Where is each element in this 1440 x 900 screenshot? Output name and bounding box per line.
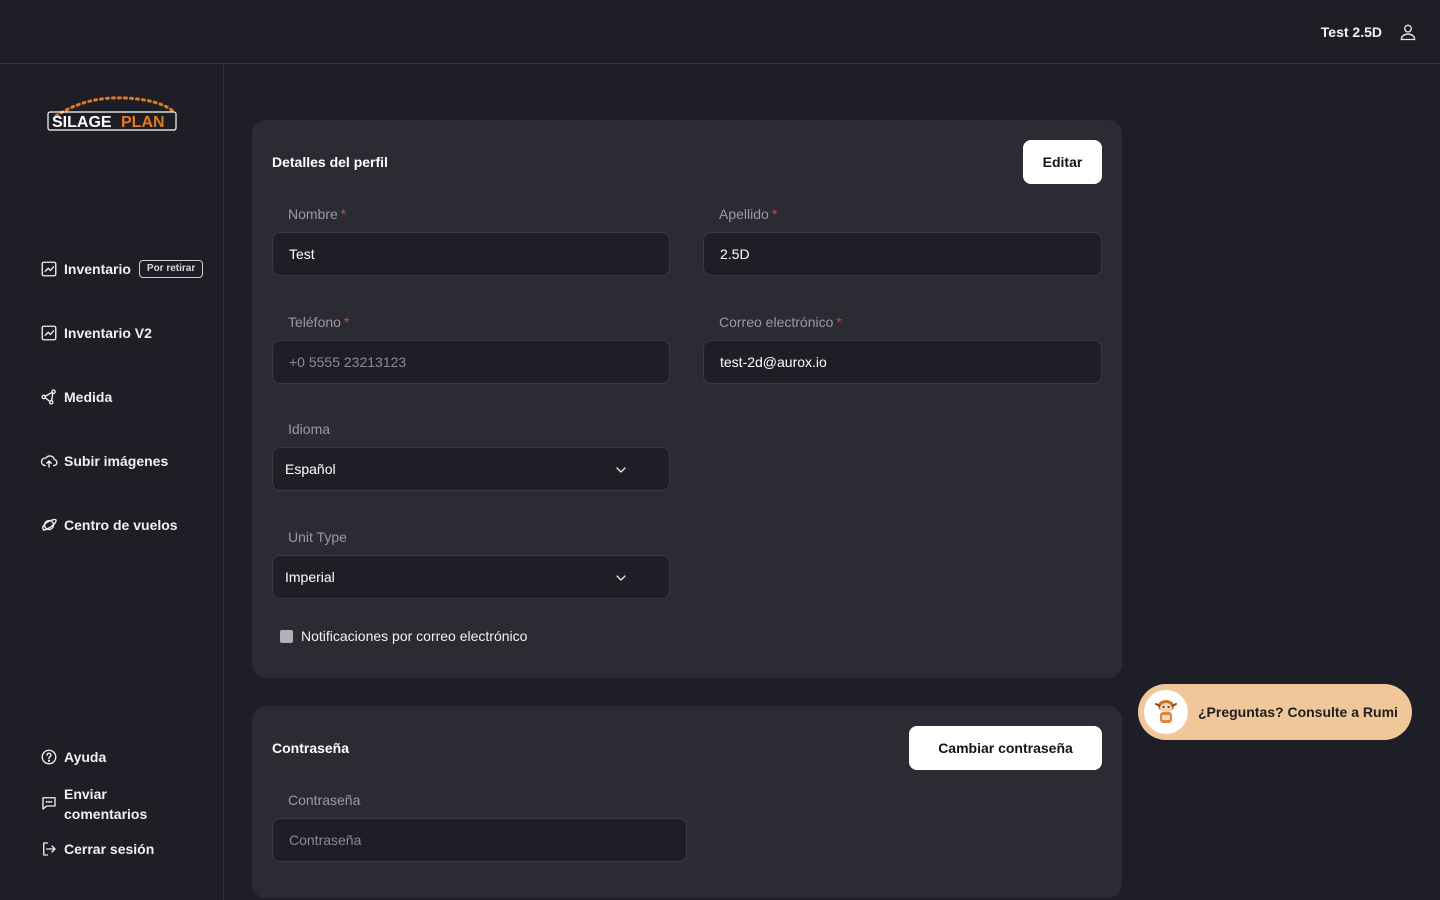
sidebar: SILAGE PLAN Inventario Por retirar Inven…	[0, 64, 224, 900]
email-notifications-row[interactable]: Notificaciones por correo electrónico	[280, 628, 527, 644]
cloud-upload-icon	[40, 452, 58, 470]
measure-icon	[40, 388, 58, 406]
language-select-value: Español	[285, 461, 336, 477]
edit-button[interactable]: Editar	[1023, 140, 1102, 184]
sidebar-item-cerrar-sesion[interactable]: Cerrar sesión	[40, 840, 154, 858]
language-select[interactable]: Español	[272, 447, 670, 491]
sidebar-item-ayuda[interactable]: Ayuda	[40, 748, 106, 766]
change-password-button[interactable]: Cambiar contraseña	[909, 726, 1102, 770]
phone-field[interactable]: +0 5555 23213123	[272, 340, 670, 384]
assistant-label: ¿Preguntas? Consulte a Rumi	[1198, 704, 1398, 720]
last-name-label: Apellido *	[719, 206, 778, 222]
user-icon[interactable]	[1394, 18, 1422, 46]
help-icon	[40, 748, 58, 766]
email-notifications-label: Notificaciones por correo electrónico	[301, 628, 528, 644]
password-title: Contraseña	[272, 740, 350, 756]
chart-icon	[40, 324, 58, 342]
planet-icon	[40, 516, 58, 534]
password-card: Contraseña Cambiar contraseña Contraseña…	[252, 706, 1122, 898]
silageplan-logo[interactable]: SILAGE PLAN	[46, 94, 178, 134]
deprecated-badge: Por retirar	[138, 260, 204, 278]
sidebar-item-centro-de-vuelos[interactable]: Centro de vuelos	[40, 516, 178, 534]
email-label: Correo electrónico *	[719, 314, 842, 330]
unit-type-select[interactable]: Imperial	[272, 555, 670, 599]
last-name-field[interactable]: 2.5D	[703, 232, 1102, 276]
password-field[interactable]: Contraseña	[272, 818, 687, 862]
sidebar-item-inventario[interactable]: Inventario Por retirar	[40, 260, 204, 278]
svg-text:SILAGE: SILAGE	[52, 114, 112, 131]
sidebar-item-enviar-comentarios[interactable]: Enviar comentarios	[40, 784, 147, 824]
email-notifications-checkbox[interactable]	[280, 629, 293, 643]
chart-icon	[40, 260, 58, 278]
svg-text:PLAN: PLAN	[121, 114, 165, 131]
sidebar-item-medida[interactable]: Medida	[40, 388, 112, 406]
first-name-label: Nombre *	[288, 206, 347, 222]
sidebar-item-inventario-v2[interactable]: Inventario V2	[40, 324, 152, 342]
email-field[interactable]: test-2d@aurox.io	[703, 340, 1102, 384]
profile-card: Detalles del perfil Editar Nombre * Test …	[252, 120, 1122, 678]
sidebar-item-label: Inventario V2	[64, 325, 152, 341]
password-label: Contraseña	[288, 792, 361, 808]
assistant-chat-button[interactable]: ¿Preguntas? Consulte a Rumi	[1138, 684, 1412, 740]
sidebar-item-label: Subir imágenes	[64, 453, 169, 469]
logout-icon	[40, 840, 58, 858]
sidebar-item-label: Centro de vuelos	[64, 517, 178, 533]
sidebar-item-label: Inventario	[64, 261, 131, 277]
unit-type-select-value: Imperial	[285, 569, 335, 585]
first-name-field[interactable]: Test	[272, 232, 670, 276]
unit-type-label: Unit Type	[288, 529, 347, 545]
rumi-avatar-icon	[1144, 690, 1188, 734]
sidebar-item-label: Ayuda	[64, 749, 107, 765]
chevron-down-icon	[613, 462, 629, 478]
sidebar-item-label: Enviar comentarios	[64, 786, 148, 822]
chat-icon	[40, 794, 58, 812]
user-menu[interactable]: Test 2.5D	[1321, 18, 1422, 46]
chevron-down-icon	[613, 570, 629, 586]
profile-title: Detalles del perfil	[272, 154, 388, 170]
user-name: Test 2.5D	[1320, 24, 1382, 40]
sidebar-item-label: Medida	[64, 389, 113, 405]
language-label: Idioma	[288, 421, 331, 437]
sidebar-item-label: Cerrar sesión	[64, 841, 155, 857]
phone-label: Teléfono *	[288, 314, 350, 330]
sidebar-item-subir-imagenes[interactable]: Subir imágenes	[40, 452, 168, 470]
top-bar: Test 2.5D	[0, 0, 1440, 64]
